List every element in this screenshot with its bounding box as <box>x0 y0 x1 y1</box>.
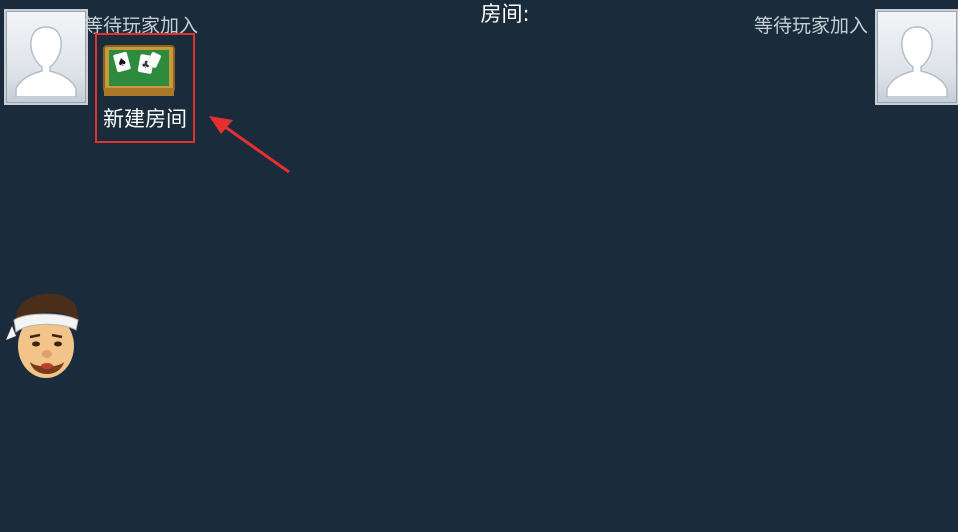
game-lobby-screen: { "header": { "room_label": "房间:" }, "se… <box>0 0 958 532</box>
seat-left-avatar[interactable] <box>4 9 88 105</box>
player-avatar[interactable] <box>6 290 84 384</box>
red-arrow-icon <box>209 116 290 174</box>
empty-avatar-icon <box>886 26 948 97</box>
seat-right-avatar[interactable] <box>875 9 958 105</box>
card-table-icon: ♠ ♣ <box>103 45 175 96</box>
seat-right-status: 等待玩家加入 <box>754 15 869 37</box>
empty-avatar-icon <box>15 26 77 97</box>
create-room-button[interactable]: ♠ ♣ 新建房间 <box>95 33 195 143</box>
create-room-label: 新建房间 <box>103 107 187 131</box>
